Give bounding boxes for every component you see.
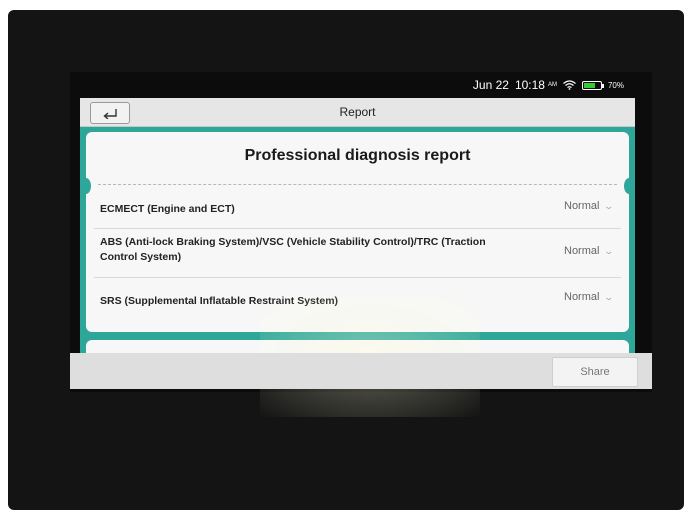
device-bezel: Jun 22 10:18 AM 70% Report Professional … [8, 10, 684, 510]
system-name: ABS (Anti-lock Braking System)/VSC (Vehi… [100, 236, 486, 263]
share-button[interactable]: Share [552, 357, 638, 387]
system-list: ECMECT (Engine and ECT) Normal ⌄ ABS (An… [86, 188, 629, 322]
card-divider [98, 184, 617, 185]
battery-fill [583, 82, 595, 88]
bottom-action-bar: Share [70, 353, 652, 389]
status-value: Normal [564, 245, 600, 257]
system-name: SRS (Supplemental Inflatable Restraint S… [100, 295, 339, 307]
page-title: Report [339, 105, 376, 119]
system-row[interactable]: SRS (Supplemental Inflatable Restraint S… [94, 278, 621, 322]
chevron-down-icon: ⌄ [603, 291, 615, 302]
report-heading: Professional diagnosis report [244, 147, 471, 164]
status-select[interactable]: Normal ⌄ [564, 200, 615, 212]
status-value: Normal [564, 291, 600, 303]
wifi-icon [563, 80, 576, 90]
status-select[interactable]: Normal ⌄ [564, 245, 615, 257]
battery-percent: 70% [607, 80, 624, 90]
status-time: 10:18 [514, 78, 545, 92]
system-row[interactable]: ABS (Anti-lock Braking System)/VSC (Vehi… [94, 229, 621, 278]
report-content[interactable]: Professional diagnosis report ECMECT (En… [80, 127, 635, 417]
device-screen: Jun 22 10:18 AM 70% Report Professional … [70, 72, 652, 417]
status-select[interactable]: Normal ⌄ [564, 291, 615, 303]
status-date: Jun 22 [472, 78, 509, 92]
status-bar: Jun 22 10:18 AM 70% [70, 72, 652, 96]
system-name: ECMECT (Engine and ECT) [100, 203, 235, 215]
status-value: Normal [564, 200, 600, 212]
system-row[interactable]: ECMECT (Engine and ECT) Normal ⌄ [94, 188, 621, 229]
report-card: Professional diagnosis report ECMECT (En… [81, 132, 634, 332]
chevron-down-icon: ⌄ [603, 200, 615, 211]
title-bar: Report [80, 98, 635, 127]
battery-icon [581, 80, 604, 90]
status-ampm: AM [547, 82, 557, 88]
chevron-down-icon: ⌄ [603, 245, 615, 256]
